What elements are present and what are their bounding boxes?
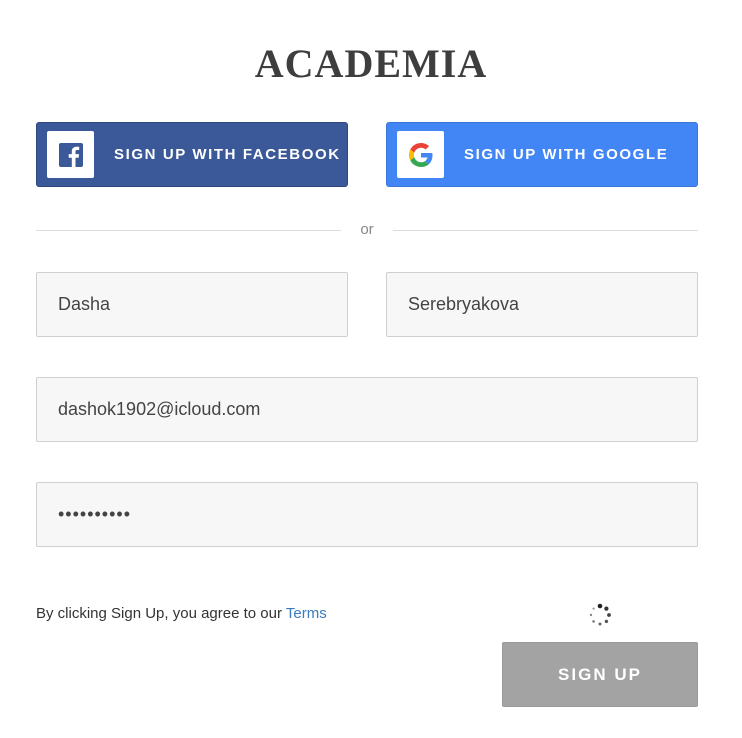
password-input[interactable] [36,482,698,547]
signup-facebook-label: SIGN UP WITH FACEBOOK [114,146,341,163]
signup-submit-button[interactable]: SIGN UP [502,642,698,707]
academia-logo: ACADEMIA [254,41,488,86]
signup-google-label: SIGN UP WITH GOOGLE [464,146,669,163]
last-name-input[interactable] [386,272,698,337]
facebook-icon [47,131,94,178]
signup-google-button[interactable]: SIGN UP WITH GOOGLE [386,122,698,187]
divider-line-right [393,230,698,231]
terms-text: By clicking Sign Up, you agree to our [36,605,282,622]
signup-facebook-button[interactable]: SIGN UP WITH FACEBOOK [36,122,348,187]
loading-spinner-icon [588,603,612,627]
google-icon [397,131,444,178]
email-input[interactable] [36,377,698,442]
first-name-input[interactable] [36,272,348,337]
or-divider: or [36,220,698,240]
terms-notice: By clicking Sign Up, you agree to our Te… [36,605,327,622]
terms-link[interactable]: Terms [286,605,327,622]
